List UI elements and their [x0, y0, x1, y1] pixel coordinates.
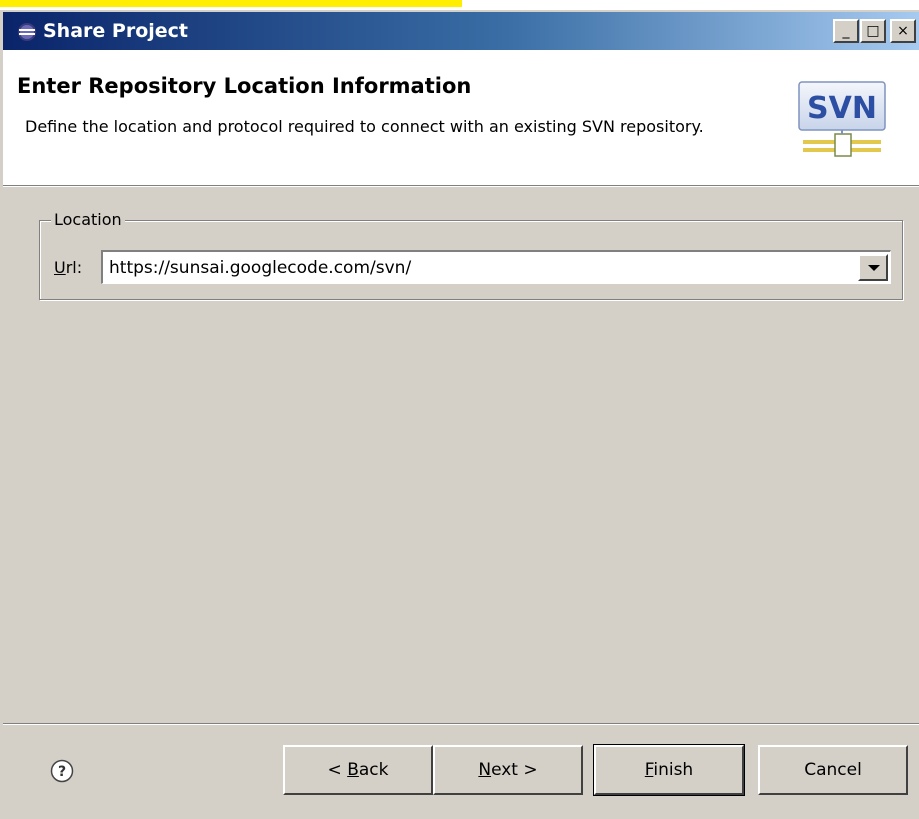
chevron-down-icon: [868, 265, 880, 271]
back-button[interactable]: < Back: [283, 745, 433, 795]
share-project-dialog: Share Project _ □ × Enter Repository Loc…: [0, 10, 919, 819]
footer-divider-highlight: [3, 724, 919, 725]
cancel-button[interactable]: Cancel: [758, 745, 908, 795]
svn-logo-text: SVN: [807, 91, 877, 126]
maximize-button[interactable]: □: [860, 19, 886, 43]
url-label-text: rl:: [65, 258, 83, 277]
url-dropdown-button[interactable]: [858, 254, 888, 281]
next-label-mnemonic: N: [478, 760, 492, 780]
help-icon[interactable]: ?: [50, 759, 74, 783]
window-title: Share Project: [43, 20, 188, 42]
url-combobox[interactable]: [101, 250, 891, 284]
back-label-mnemonic: B: [347, 760, 359, 780]
close-button[interactable]: ×: [890, 19, 916, 43]
next-label-post: ext >: [491, 760, 538, 780]
location-legend: Location: [51, 210, 125, 229]
highlight-strip: [0, 0, 462, 7]
header-divider-highlight: [3, 186, 919, 187]
title-bar[interactable]: Share Project _ □ ×: [3, 12, 919, 50]
url-label-mnemonic: U: [54, 258, 66, 277]
url-label: Url:: [54, 258, 82, 277]
back-label-post: ack: [358, 760, 389, 780]
wizard-header: Enter Repository Location Information De…: [3, 50, 919, 185]
page-description: Define the location and protocol require…: [25, 117, 704, 136]
background-strip: [0, 0, 919, 10]
svn-logo: SVN: [798, 81, 886, 157]
back-label-pre: <: [327, 760, 348, 780]
maximize-icon: □: [866, 23, 880, 39]
help-glyph: ?: [58, 764, 66, 780]
finish-button[interactable]: Finish: [593, 744, 745, 796]
next-button[interactable]: Next >: [433, 745, 583, 795]
page-title: Enter Repository Location Information: [17, 74, 472, 98]
finish-label-post: inish: [653, 760, 694, 780]
close-icon: ×: [897, 23, 909, 39]
minimize-icon: _: [842, 23, 850, 39]
url-input[interactable]: [107, 256, 851, 280]
minimize-button[interactable]: _: [833, 19, 859, 43]
eclipse-icon: [18, 23, 36, 41]
